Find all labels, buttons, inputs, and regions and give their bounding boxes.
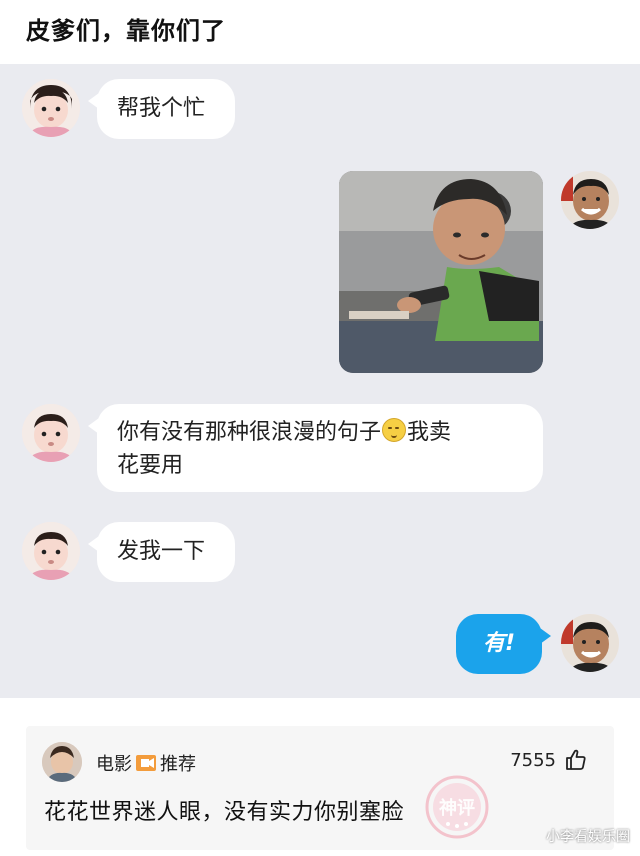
- message-bubble-3: 你有没有那种很浪漫的句子 我卖 花要用: [88, 404, 543, 492]
- svg-text:神评: 神评: [439, 797, 475, 819]
- top-comment-card: 电影 推荐 7555 花花世界迷人眼，没有实力你别塞脸 神评: [26, 726, 614, 850]
- boy-avatar: [561, 614, 619, 672]
- like-count: 7555: [510, 750, 556, 771]
- shenping-stamp-icon: 神评: [425, 775, 489, 839]
- girl-avatar: [22, 404, 80, 462]
- message-text-3c: 花要用: [117, 453, 184, 478]
- chat-screenshot: [0, 64, 640, 698]
- commenter-name[interactable]: 电影 推荐: [96, 750, 196, 776]
- message-bubble-4: 发我一下: [88, 522, 235, 582]
- page: 皮爹们，靠你们了 帮我个忙 你有没有那种很浪漫的句子 我卖 花要用 发我一下 有…: [0, 0, 640, 856]
- message-bubble-1: 帮我个忙: [88, 79, 235, 139]
- smile-emoji-icon: [382, 418, 407, 442]
- message-text-1: 帮我个忙: [117, 96, 206, 121]
- image-message[interactable]: [339, 171, 543, 373]
- message-text-4: 发我一下: [117, 539, 206, 564]
- film-icon: [136, 755, 156, 771]
- girl-avatar: [22, 79, 80, 137]
- girl-avatar: [22, 522, 80, 580]
- post-header: 皮爹们，靠你们了: [0, 0, 640, 60]
- commenter-avatar[interactable]: [42, 742, 82, 782]
- commenter-tag: 推荐: [160, 754, 196, 775]
- message-bubble-5: 有!: [456, 614, 551, 674]
- post-title: 皮爹们，靠你们了: [26, 17, 226, 45]
- boy-avatar: [561, 171, 619, 229]
- message-text-5: 有!: [482, 631, 516, 656]
- thumbs-up-icon[interactable]: [564, 748, 588, 772]
- watermark: 小李看娱乐圈: [546, 829, 630, 845]
- comment-text: 花花世界迷人眼，没有实力你别塞脸: [44, 800, 405, 825]
- message-text-3a: 你有没有那种很浪漫的句子: [117, 420, 382, 445]
- message-text-3b: 我卖: [407, 420, 452, 445]
- commenter-username: 电影: [96, 754, 132, 775]
